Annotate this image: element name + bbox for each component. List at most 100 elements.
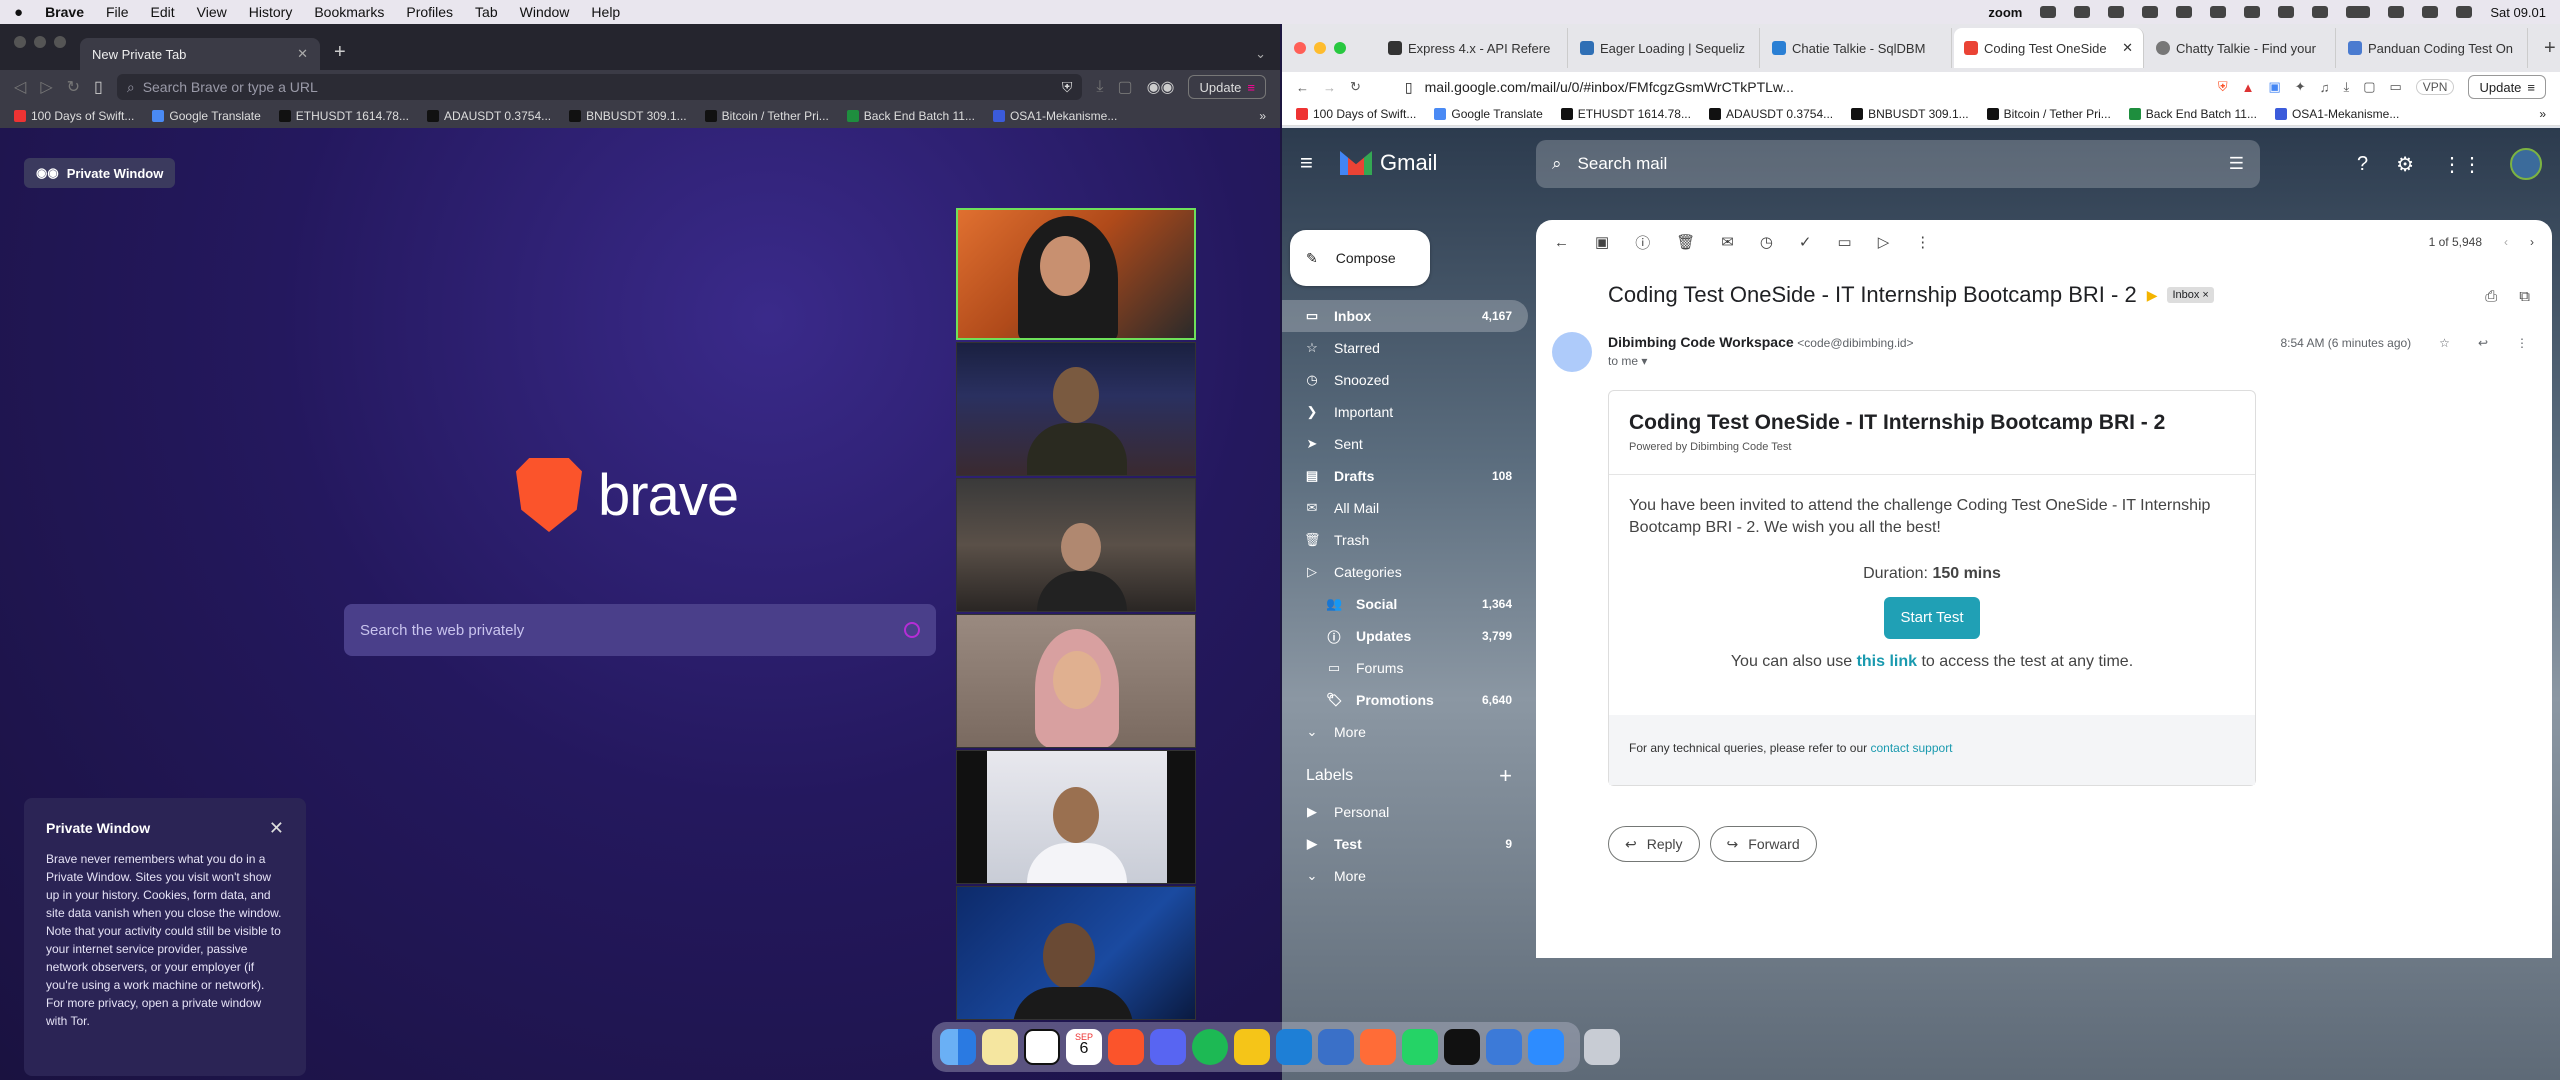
bitwarden-icon[interactable] [1234, 1029, 1270, 1065]
status-icon[interactable] [2244, 6, 2261, 18]
sidebar-icon[interactable]: ▢ [1117, 77, 1132, 97]
search-options-icon[interactable]: ☰ [2229, 154, 2244, 174]
archive-icon[interactable]: ▣ [1595, 233, 1609, 251]
apple-icon[interactable]: ● [14, 4, 23, 21]
star-icon[interactable]: ☆ [2439, 336, 2450, 350]
status-icon[interactable] [2040, 6, 2057, 18]
nav-categories[interactable]: ▷ Categories [1282, 556, 1528, 588]
menu-help[interactable]: Help [591, 4, 620, 20]
status-icon[interactable] [2108, 6, 2125, 18]
download-icon[interactable]: ⤓ [2343, 79, 2349, 95]
video-tile[interactable] [956, 886, 1196, 1020]
minimize-window-button[interactable] [34, 36, 46, 48]
bookmark-icon[interactable]: ▯ [1405, 79, 1413, 96]
reply-icon[interactable]: ↩ [2478, 336, 2488, 350]
main-menu-icon[interactable]: ≡ [1300, 150, 1340, 176]
battery-icon[interactable] [2346, 6, 2371, 18]
labels-more[interactable]: ⌄ More [1282, 860, 1528, 892]
back-arrow-icon[interactable]: ← [1296, 80, 1309, 95]
open-new-window-icon[interactable]: ⧉ [2519, 288, 2530, 305]
print-icon[interactable]: ⎙ [2485, 288, 2497, 305]
more-vert-icon[interactable]: ⋮ [2516, 336, 2528, 350]
zoom-window-button[interactable] [54, 36, 66, 48]
update-button[interactable]: Update ≡ [1188, 75, 1266, 99]
tab-panduan[interactable]: Panduan Coding Test On [2338, 28, 2528, 68]
bookmark-item[interactable]: ADAUSDT 0.3754... [1708, 107, 1833, 121]
status-icon[interactable] [2176, 6, 2193, 18]
nav-trash[interactable]: 🗑 Trash [1282, 524, 1528, 556]
wallet-icon[interactable]: ▭ [2390, 79, 2402, 95]
nav-sent[interactable]: ➤ Sent [1282, 428, 1528, 460]
status-icon[interactable] [2312, 6, 2329, 18]
menu-tab[interactable]: Tab [475, 4, 498, 20]
nav-snoozed[interactable]: ◷ Snoozed [1282, 364, 1528, 396]
tab-list-chevron-icon[interactable]: ⌄ [1255, 46, 1266, 62]
add-label-icon[interactable]: + [1499, 763, 1512, 789]
control-center-icon[interactable] [2456, 6, 2473, 18]
calendar-icon[interactable]: SEP 6 [1066, 1029, 1102, 1065]
apps-grid-icon[interactable]: ⋮⋮ [2442, 152, 2482, 177]
status-icon[interactable] [2278, 6, 2295, 18]
notion-icon[interactable] [1024, 1029, 1060, 1065]
chevron-right-icon[interactable]: › [2530, 235, 2534, 249]
more-bookmarks-icon[interactable]: » [2539, 107, 2546, 121]
reload-icon[interactable]: ↻ [67, 77, 80, 97]
puzzle-extensions-icon[interactable]: ✦ [2295, 79, 2306, 95]
bookmark-item[interactable]: 100 Days of Swift... [1296, 107, 1416, 121]
tableplus-icon[interactable] [1486, 1029, 1522, 1065]
nav-category-social[interactable]: 👥 Social 1,364 [1282, 588, 1528, 620]
brave-icon[interactable] [1108, 1029, 1144, 1065]
tab-express[interactable]: Express 4.x - API Refere [1378, 28, 1568, 68]
brave-shield-icon[interactable]: ⛨ [1062, 79, 1073, 96]
private-search-box[interactable]: Search the web privately [344, 604, 936, 656]
video-tile[interactable] [956, 614, 1196, 748]
menu-brave[interactable]: Brave [45, 4, 84, 20]
forward-arrow-icon[interactable]: → [1323, 80, 1336, 95]
close-icon[interactable]: ✕ [297, 46, 308, 62]
vpn-button[interactable]: VPN [2415, 79, 2455, 95]
nav-inbox[interactable]: ▭ Inbox 4,167 [1282, 300, 1528, 332]
update-button[interactable]: Update ≡ [2468, 75, 2546, 99]
nav-more[interactable]: ⌄ More [1282, 716, 1528, 748]
finder-icon[interactable] [940, 1029, 976, 1065]
gear-icon[interactable]: ⚙ [2396, 152, 2414, 177]
nav-category-promotions[interactable]: 🏷 Promotions 6,640 [1282, 684, 1528, 716]
status-icon[interactable] [2142, 6, 2159, 18]
recipient-toggle[interactable]: to me ▾ [1608, 354, 1647, 368]
nav-all-mail[interactable]: ✉ All Mail [1282, 492, 1528, 524]
menu-view[interactable]: View [197, 4, 227, 20]
tab-chatty-talkie[interactable]: Chatty Talkie - Find your [2146, 28, 2336, 68]
spotify-icon[interactable] [1192, 1029, 1228, 1065]
reply-button[interactable]: ↩ Reply [1608, 826, 1700, 862]
zoom-window-button[interactable] [1334, 42, 1346, 54]
contact-support-link[interactable]: contact support [1870, 741, 1952, 755]
close-window-button[interactable] [14, 36, 26, 48]
tab-sqldbm[interactable]: Chatie Talkie - SqlDBM [1762, 28, 1952, 68]
tab-gmail-active[interactable]: Coding Test OneSide ✕ [1954, 28, 2144, 68]
translate-icon[interactable]: ▣ [2269, 79, 2281, 95]
more-vert-icon[interactable]: ⋮ [1915, 233, 1930, 251]
this-link[interactable]: this link [1857, 653, 1917, 670]
label-test[interactable]: ▶ Test 9 [1282, 828, 1528, 860]
close-icon[interactable]: ✕ [2122, 40, 2133, 56]
chevron-left-icon[interactable]: ‹ [2504, 235, 2508, 249]
search-icon[interactable] [2422, 6, 2439, 18]
postman-icon[interactable] [1360, 1029, 1396, 1065]
trash-icon[interactable]: 🗑 [1676, 233, 1695, 251]
zoom-icon[interactable] [1528, 1029, 1564, 1065]
trash-icon[interactable] [1584, 1029, 1620, 1065]
menu-bookmarks[interactable]: Bookmarks [314, 4, 384, 20]
nav-drafts[interactable]: ▤ Drafts 108 [1282, 460, 1528, 492]
video-tile[interactable] [956, 750, 1196, 884]
bookmark-item[interactable]: Bitcoin / Tether Pri... [1986, 107, 2111, 121]
report-spam-icon[interactable]: ⓘ [1635, 232, 1650, 253]
url-bar[interactable]: ▯ mail.google.com/mail/u/0/#inbox/FMfcgz… [1375, 74, 2204, 100]
compose-button[interactable]: ✎ Compose [1290, 230, 1430, 286]
bookmark-item[interactable]: BNBUSDT 309.1... [569, 109, 687, 123]
tab-sequelize[interactable]: Eager Loading | Sequeliz [1570, 28, 1760, 68]
close-icon[interactable]: ✕ [269, 818, 284, 839]
menu-edit[interactable]: Edit [151, 4, 175, 20]
reload-icon[interactable]: ↻ [1350, 79, 1361, 95]
wifi-icon[interactable] [2388, 6, 2405, 18]
mark-unread-icon[interactable]: ✉ [1721, 233, 1734, 251]
